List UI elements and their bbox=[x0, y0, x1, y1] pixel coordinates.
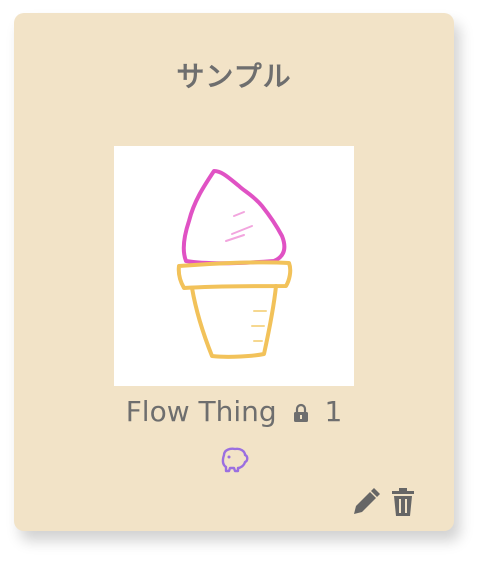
pig-icon bbox=[218, 445, 250, 473]
lock-count: 1 bbox=[324, 395, 343, 428]
drawing-preview[interactable] bbox=[114, 146, 354, 386]
lock-icon bbox=[292, 403, 310, 423]
delete-button[interactable] bbox=[388, 486, 418, 518]
trash-icon bbox=[388, 486, 418, 518]
card-title: サンプル bbox=[176, 60, 292, 93]
ice-cream-drawing bbox=[176, 169, 293, 359]
item-name: Flow Thing bbox=[125, 395, 277, 428]
sample-card[interactable]: サンプル Flow Thing 1 bbox=[14, 13, 454, 531]
item-name-row: Flow Thing 1 bbox=[14, 395, 454, 428]
edit-button[interactable] bbox=[350, 486, 380, 518]
pencil-icon bbox=[350, 486, 380, 518]
card-actions bbox=[350, 486, 418, 518]
